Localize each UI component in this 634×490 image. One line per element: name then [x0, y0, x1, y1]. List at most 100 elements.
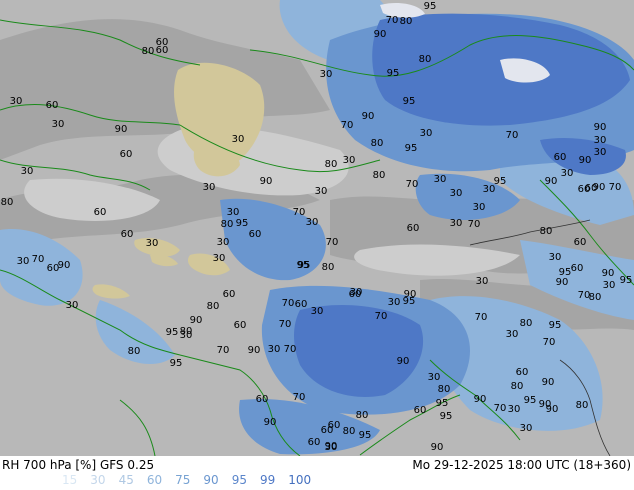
contour-label: 30: [506, 329, 519, 340]
contour-label: 60: [234, 320, 247, 331]
contour-label: 80: [438, 384, 451, 395]
map-footer: RH 700 hPa [%] GFS 0.25 Mo 29-12-2025 18…: [0, 456, 634, 490]
contour-label: 70: [475, 312, 488, 323]
legend-value: 15: [62, 473, 78, 487]
contour-label: 90: [115, 124, 128, 135]
contour-label: 60: [46, 100, 59, 111]
contour-label: 80: [207, 301, 220, 312]
contour-label: 90: [593, 182, 606, 193]
contour-label: 60: [414, 405, 427, 416]
contour-label: 95: [559, 267, 572, 278]
contour-label: 30: [306, 217, 319, 228]
contour-label: 95: [359, 430, 372, 441]
contour-label: 60: [223, 289, 236, 300]
contour-label: 95: [424, 1, 437, 12]
contour-label: 80: [520, 318, 533, 329]
contour-label: 30: [52, 119, 65, 130]
contour-label: 30: [17, 256, 30, 267]
contour-label: 80: [419, 54, 432, 65]
contour-label: 30: [388, 297, 401, 308]
legend-value: 75: [175, 473, 191, 487]
legend-value: 30: [90, 473, 106, 487]
contour-label: 80: [589, 292, 602, 303]
contour-label: 95: [524, 395, 537, 406]
contour-label: 90: [190, 315, 203, 326]
contour-label: 70: [341, 120, 354, 131]
contour-label: 80: [400, 16, 413, 27]
legend-value: 45: [118, 473, 134, 487]
contour-label: 30: [603, 280, 616, 291]
contour-label: 80: [511, 381, 524, 392]
contour-label: 60: [156, 45, 169, 56]
contour-label: 95: [236, 218, 249, 229]
legend-value: 90: [203, 473, 219, 487]
contour-label: 90: [556, 277, 569, 288]
contour-label: 80: [322, 262, 335, 273]
contour-label: 30: [508, 404, 521, 415]
contour-label: 60: [578, 184, 591, 195]
contour-label: 95: [166, 327, 179, 338]
contour-label: 90: [374, 29, 387, 40]
legend-value: 95: [231, 473, 247, 487]
contour-label: 30: [21, 166, 34, 177]
contour-label: 70: [494, 403, 507, 414]
map-datetime: Mo 29-12-2025 18:00 UTC (18+360): [412, 458, 631, 472]
contour-label: 95: [436, 398, 449, 409]
contour-label: 95: [494, 176, 507, 187]
contour-label: 80: [1, 197, 14, 208]
contour-label: 70: [609, 182, 622, 193]
contour-label: 90: [248, 345, 261, 356]
contour-label: 30: [268, 344, 281, 355]
contour-label: 90: [546, 404, 559, 415]
contour-label: 80: [356, 410, 369, 421]
contour-label: 70: [506, 130, 519, 141]
contour-label: 30: [561, 168, 574, 179]
contour-label: 80: [142, 46, 155, 57]
contour-label: 70: [386, 15, 399, 26]
contour-label: 30: [450, 218, 463, 229]
contour-label: 30: [311, 306, 324, 317]
contour-label: 70: [293, 392, 306, 403]
contour-label: 80: [371, 138, 384, 149]
contour-label: 30: [227, 207, 240, 218]
contour-label: 90: [431, 442, 444, 453]
color-legend: 15 30 45 60 75 90 95 99 100: [62, 473, 324, 487]
contour-label: 90: [362, 111, 375, 122]
contour-label: 70: [217, 345, 230, 356]
contour-label: 60: [249, 229, 262, 240]
contour-label: 60: [295, 299, 308, 310]
legend-value: 99: [259, 473, 276, 487]
contour-label: 80: [128, 346, 141, 357]
contour-label: 60: [407, 223, 420, 234]
contour-label: 90: [602, 268, 615, 279]
contour-label: 60: [94, 207, 107, 218]
contour-label: 90: [579, 155, 592, 166]
contour-label: 60: [256, 394, 269, 405]
contour-label: 95: [403, 96, 416, 107]
contour-label: 60: [308, 437, 321, 448]
contour-label: 90: [474, 394, 487, 405]
contour-label: 60: [571, 263, 584, 274]
contour-label: 80: [221, 219, 234, 230]
contour-label: 30: [483, 184, 496, 195]
contour-label: 30: [594, 135, 607, 146]
contour-label: 30: [217, 237, 230, 248]
contour-label: 30: [325, 442, 338, 453]
contour-label: 90: [594, 122, 607, 133]
contour-label: 70: [326, 237, 339, 248]
contour-label: 30: [434, 174, 447, 185]
contour-label: 95: [440, 411, 453, 422]
contour-label: 30: [203, 182, 216, 193]
contour-label: 30: [232, 134, 245, 145]
contour-label: 70: [375, 311, 388, 322]
weather-map: 9570 8090806080 6030 9530 6030 90957090803030…: [0, 0, 634, 456]
legend-value: 100: [288, 473, 312, 487]
contour-label: 30: [146, 238, 159, 249]
contour-label: 70: [468, 219, 481, 230]
contour-label: 95: [620, 275, 633, 286]
contour-label: 70: [543, 337, 556, 348]
contour-label: 60: [120, 149, 133, 160]
contour-label: 60: [574, 237, 587, 248]
contour-label: 70: [293, 207, 306, 218]
contour-label: 30: [180, 330, 193, 341]
